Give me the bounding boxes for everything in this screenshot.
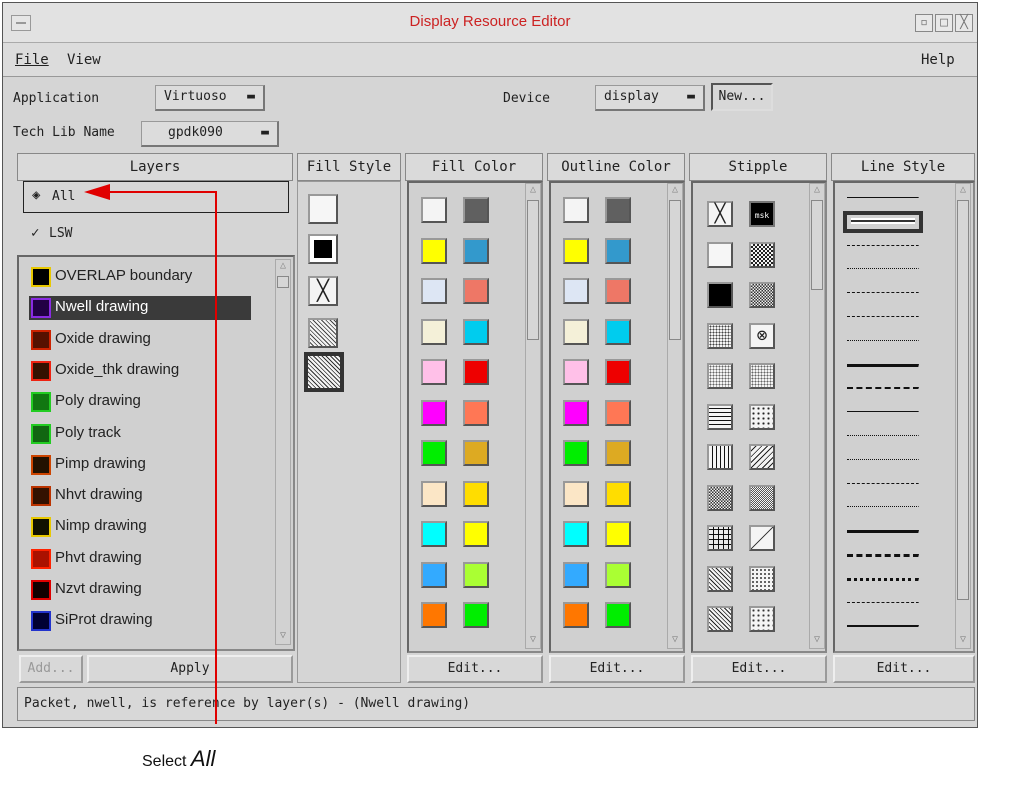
annotation-prefix: Select: [142, 753, 191, 770]
annotation-emph: All: [190, 746, 216, 771]
annotation-arrow: [84, 184, 217, 724]
annotation-caption: Select All: [142, 746, 215, 772]
